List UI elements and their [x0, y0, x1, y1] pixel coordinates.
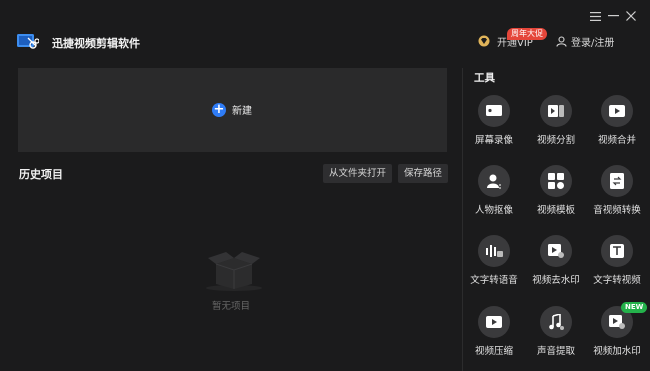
- menu-icon: [589, 11, 601, 21]
- empty-box-icon: [206, 252, 262, 291]
- tool-video-split[interactable]: 视频分割: [526, 95, 586, 157]
- open-from-folder-button[interactable]: 从文件夹打开: [323, 164, 393, 183]
- tools-title: 工具: [474, 72, 495, 84]
- tool-text-to-video[interactable]: 文字转视频: [587, 235, 647, 297]
- plus-icon: +: [212, 101, 226, 117]
- promo-badge: 周年大促: [507, 28, 547, 40]
- remove-watermark-icon: [540, 235, 572, 267]
- close-button[interactable]: [624, 9, 638, 23]
- portrait-cutout-icon: [478, 165, 510, 197]
- close-icon: [626, 11, 636, 21]
- video-split-icon: [540, 95, 572, 127]
- tool-label: 音视频转换: [593, 205, 641, 216]
- tool-text-to-speech[interactable]: 文字转语音: [464, 235, 524, 297]
- tool-add-watermark[interactable]: 视频加水印: [587, 306, 647, 368]
- user-icon: [556, 35, 567, 47]
- video-compress-icon: [478, 306, 510, 338]
- new-project-button[interactable]: + 新建: [212, 102, 252, 117]
- tool-remove-watermark[interactable]: 视频去水印: [526, 235, 586, 297]
- tool-label: 文字转视频: [593, 275, 641, 286]
- av-convert-icon: [601, 165, 633, 197]
- new-project-label: 新建: [232, 106, 252, 117]
- tool-video-merge[interactable]: 视频合并: [587, 95, 647, 157]
- panel-divider: [462, 68, 463, 371]
- new-project-area[interactable]: + 新建: [18, 68, 447, 152]
- empty-projects-text: 暂无项目: [212, 301, 251, 312]
- menu-button[interactable]: [588, 9, 602, 23]
- screen-record-icon: [478, 95, 510, 127]
- app-logo-icon: [17, 34, 39, 49]
- tool-portrait-cutout[interactable]: 人物抠像: [464, 165, 524, 227]
- login-label: 登录/注册: [571, 37, 615, 49]
- audio-extract-icon: [540, 306, 572, 338]
- new-badge: NEW: [621, 302, 648, 313]
- minimize-icon: [607, 15, 619, 17]
- history-title: 历史项目: [19, 168, 63, 181]
- tool-label: 视频加水印: [593, 346, 641, 357]
- tool-audio-extract[interactable]: 声音提取: [526, 306, 586, 368]
- text-to-video-icon: [601, 235, 633, 267]
- app-title: 迅捷视频剪辑软件: [52, 37, 140, 50]
- login-button[interactable]: 登录/注册: [556, 34, 615, 49]
- tool-av-convert[interactable]: 音视频转换: [587, 165, 647, 227]
- vip-diamond-icon: [478, 35, 490, 47]
- tool-video-template[interactable]: 视频模板: [526, 165, 586, 227]
- save-path-button[interactable]: 保存路径: [398, 164, 449, 183]
- minimize-button[interactable]: [606, 9, 620, 23]
- tool-label: 视频合并: [597, 135, 636, 146]
- video-template-icon: [540, 165, 572, 197]
- text-to-speech-icon: [478, 235, 510, 267]
- tool-video-compress[interactable]: 视频压缩: [464, 306, 524, 368]
- tool-screen-record[interactable]: 屏幕录像: [464, 95, 524, 157]
- video-merge-icon: [601, 95, 633, 127]
- title-bar: 迅捷视频剪辑软件 开通VIP 周年大促 登录/注册: [0, 0, 650, 60]
